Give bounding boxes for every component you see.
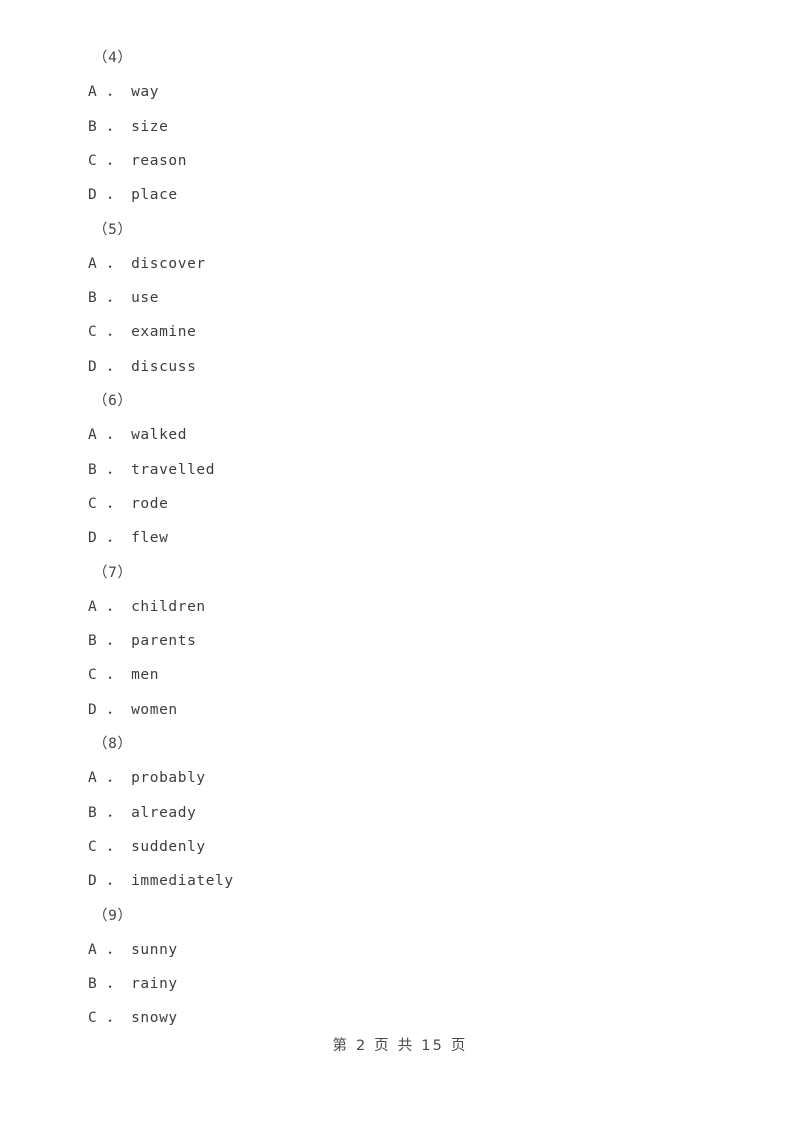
- answer-option[interactable]: B ． rainy: [88, 975, 178, 993]
- question-number: （5）: [93, 221, 133, 238]
- answer-option[interactable]: C ． rode: [88, 495, 168, 513]
- answer-option[interactable]: D ． women: [88, 701, 178, 719]
- answer-option[interactable]: D ． flew: [88, 529, 168, 547]
- answer-option[interactable]: D ． immediately: [88, 872, 234, 890]
- answer-option[interactable]: C ． suddenly: [88, 838, 206, 856]
- answer-option[interactable]: A ． way: [88, 83, 159, 101]
- question-number: （9）: [93, 907, 133, 924]
- answer-option[interactable]: A ． walked: [88, 426, 187, 444]
- answer-option[interactable]: B ． parents: [88, 632, 196, 650]
- answer-option[interactable]: B ． travelled: [88, 461, 215, 479]
- answer-option[interactable]: A ． sunny: [88, 941, 178, 959]
- question-number: （8）: [93, 736, 133, 752]
- answer-option[interactable]: B ． size: [88, 118, 168, 136]
- answer-option[interactable]: C ． men: [88, 666, 159, 684]
- question-number: （4）: [93, 50, 133, 66]
- question-number: （6）: [93, 393, 133, 409]
- answer-option[interactable]: A ． children: [88, 598, 206, 616]
- answer-option[interactable]: D ． discuss: [88, 358, 196, 376]
- answer-option[interactable]: B ． use: [88, 289, 159, 307]
- document-page: （4） A ． way B ． size C ． reason D ． place （5）…: [0, 0, 800, 1132]
- answer-option[interactable]: C ． examine: [88, 323, 196, 341]
- answer-option[interactable]: C ． snowy: [88, 1009, 178, 1027]
- answer-option[interactable]: C ． reason: [88, 152, 187, 170]
- answer-option[interactable]: D ． place: [88, 186, 178, 204]
- page-footer: 第 2 页 共 15 页: [332, 1038, 468, 1054]
- answer-option[interactable]: B ． already: [88, 804, 196, 822]
- answer-option[interactable]: A ． probably: [88, 769, 206, 787]
- question-number: （7）: [93, 564, 133, 581]
- answer-option[interactable]: A ． discover: [88, 255, 206, 273]
